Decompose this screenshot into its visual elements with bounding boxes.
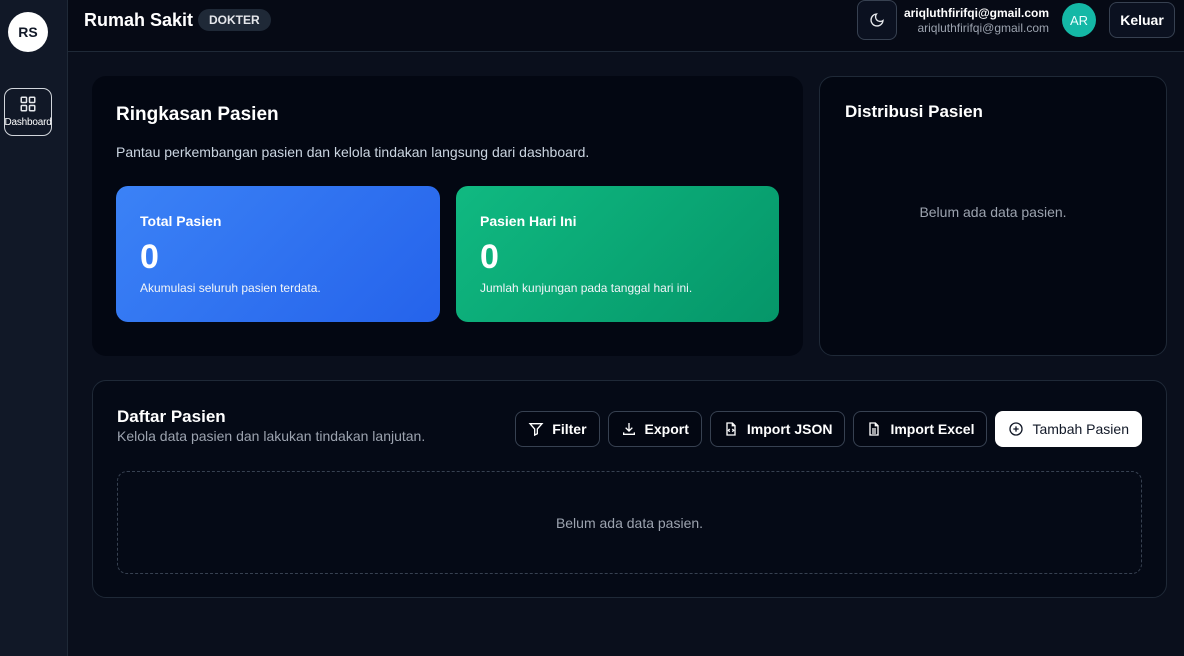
export-button[interactable]: Export — [607, 411, 702, 447]
patient-list-title: Daftar Pasien — [117, 407, 226, 426]
filter-label: Filter — [552, 421, 587, 437]
plus-circle-icon — [1009, 422, 1024, 436]
moon-icon — [870, 13, 884, 27]
user-info: ariqluthfirifqi@gmail.com ariqluthfirifq… — [904, 6, 1049, 35]
logout-button[interactable]: Keluar — [1109, 2, 1175, 38]
stat-subtitle: Jumlah kunjungan pada tanggal hari ini. — [480, 281, 693, 295]
export-label: Export — [644, 421, 689, 437]
app-title: Rumah Sakit — [84, 10, 194, 30]
role-badge: DOKTER — [198, 9, 271, 31]
filter-icon — [528, 423, 544, 437]
user-name: ariqluthfirifqi@gmail.com — [903, 6, 1049, 20]
patient-distribution-card: Distribusi Pasien Belum ada data pasien. — [819, 76, 1167, 356]
distribution-empty-state: Belum ada data pasien. — [919, 204, 1067, 220]
summary-description: Pantau perkembangan pasien dan kelola ti… — [116, 144, 590, 160]
add-patient-button[interactable]: Tambah Pasien — [995, 411, 1142, 447]
stat-title: Pasien Hari Ini — [480, 213, 577, 229]
patient-toolbar: Filter Export Import JSON Import Excel T… — [515, 411, 1142, 447]
patient-list-empty-state: Belum ada data pasien. — [117, 471, 1142, 574]
sidebar: RS Dashboard — [0, 0, 68, 656]
user-email: ariqluthfirifqi@gmail.com — [917, 21, 1049, 35]
distribution-title: Distribusi Pasien — [845, 102, 983, 121]
grid-icon — [20, 96, 36, 111]
import-excel-label: Import Excel — [890, 421, 975, 437]
app-logo: RS — [8, 12, 48, 52]
file-spreadsheet-icon — [869, 422, 880, 436]
stat-value: 0 — [140, 238, 159, 276]
add-patient-label: Tambah Pasien — [1032, 421, 1129, 437]
theme-toggle-button[interactable] — [857, 0, 897, 40]
patient-list-card: Daftar Pasien Kelola data pasien dan lak… — [92, 380, 1167, 598]
total-patients-stat: Total Pasien 0 Akumulasi seluruh pasien … — [116, 186, 440, 322]
filter-button[interactable]: Filter — [515, 411, 600, 447]
top-header: Rumah Sakit DOKTER ariqluthfirifqi@gmail… — [68, 0, 1184, 52]
import-json-button[interactable]: Import JSON — [709, 411, 846, 447]
import-json-label: Import JSON — [746, 421, 833, 437]
patient-summary-card: Ringkasan Pasien Pantau perkembangan pas… — [92, 76, 803, 356]
stat-subtitle: Akumulasi seluruh pasien terdata. — [140, 281, 321, 295]
summary-title: Ringkasan Pasien — [116, 104, 279, 125]
avatar[interactable]: AR — [1062, 3, 1096, 37]
stat-value: 0 — [480, 238, 499, 276]
today-patients-stat: Pasien Hari Ini 0 Jumlah kunjungan pada … — [456, 186, 779, 322]
file-code-icon — [726, 422, 736, 436]
sidebar-item-dashboard[interactable]: Dashboard — [4, 88, 52, 136]
patient-list-subtitle: Kelola data pasien dan lakukan tindakan … — [117, 428, 426, 444]
download-icon — [622, 423, 635, 435]
stat-title: Total Pasien — [140, 213, 222, 229]
sidebar-item-label: Dashboard — [4, 116, 52, 128]
import-excel-button[interactable]: Import Excel — [853, 411, 988, 447]
